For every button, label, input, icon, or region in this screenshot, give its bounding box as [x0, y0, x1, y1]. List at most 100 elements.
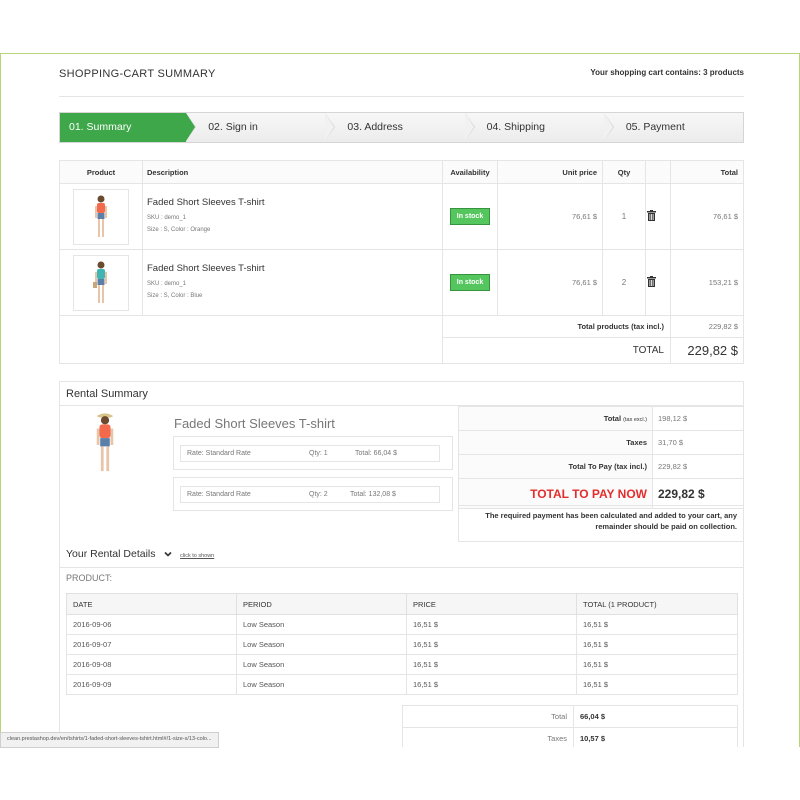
product-name[interactable]: Faded Short Sleeves T-shirt — [147, 197, 441, 208]
tax-excl-note: (tax excl.) — [623, 417, 647, 423]
table-row: 2016-09-07 Low Season 16,51 $ 16,51 $ — [66, 634, 738, 655]
quantity[interactable]: 1 — [602, 183, 646, 250]
paynow-value: 229,82 $ — [652, 478, 744, 509]
rental-summary-title: Rental Summary — [66, 388, 148, 400]
total-products-value: 229,82 $ — [670, 315, 744, 338]
step-shipping[interactable]: 04. Shipping — [465, 113, 614, 142]
paynow-label: TOTAL TO PAY NOW — [458, 478, 653, 509]
trash-icon[interactable] — [647, 276, 656, 287]
rate-name: Rate: Standard Rate — [187, 450, 251, 457]
line-total: 153,21 $ — [670, 249, 744, 316]
detail-price: 16,51 $ — [406, 654, 577, 675]
click-to-show-link[interactable]: click to shown — [180, 553, 214, 559]
product-attributes[interactable]: Size : S, Color : Orange — [147, 224, 441, 236]
detail-date: 2016-09-09 — [66, 674, 237, 695]
step-summary[interactable]: 01. Summary — [60, 113, 197, 142]
col-product: Product — [59, 160, 143, 184]
table-row: Faded Short Sleeves T-shirt SKU : demo_1… — [59, 183, 744, 250]
rate-qty: Qty: 2 — [309, 491, 328, 498]
rate-box: Rate: Standard Rate Qty: 1 Total: 66,04 … — [173, 436, 453, 470]
instock-badge: In stock — [449, 274, 491, 291]
col-delete — [645, 160, 671, 184]
rental-totals-table: Total (tax excl.) 198,12 $ Taxes 31,70 $… — [458, 406, 744, 509]
col-price: PRICE — [406, 593, 577, 615]
col-total: Total — [670, 160, 744, 184]
quantity[interactable]: 2 — [602, 249, 646, 316]
unit-price: 76,61 $ — [497, 249, 603, 316]
col-qty: Qty — [602, 160, 646, 184]
product-attributes[interactable]: Size : S, Color : Blue — [147, 290, 441, 302]
detail-period: Low Season — [236, 634, 407, 655]
payment-note: The required payment has been calculated… — [458, 505, 744, 542]
rate-box: Rate: Standard Rate Qty: 2 Total: 132,08… — [173, 477, 453, 511]
step-label: 02. Sign in — [208, 121, 258, 133]
detail-date: 2016-09-07 — [66, 634, 237, 655]
step-payment[interactable]: 05. Payment — [604, 113, 743, 142]
product-thumbnail[interactable] — [73, 188, 129, 245]
table-row: 2016-09-08 Low Season 16,51 $ 16,51 $ — [66, 654, 738, 675]
product-image-cell — [59, 249, 143, 316]
empty-cell — [59, 315, 443, 364]
divider — [60, 567, 743, 568]
line-total: 76,61 $ — [670, 183, 744, 250]
rental-product-image — [96, 413, 114, 472]
product-thumbnail[interactable] — [73, 254, 129, 311]
product-name[interactable]: Faded Short Sleeves T-shirt — [147, 263, 441, 274]
page-frame: SHOPPING-CART SUMMARY Your shopping cart… — [0, 53, 800, 747]
detail-price: 16,51 $ — [406, 674, 577, 695]
rate-line: Rate: Standard Rate Qty: 2 Total: 132,08… — [180, 486, 440, 503]
product-description: Faded Short Sleeves T-shirt SKU : demo_1… — [142, 249, 443, 316]
instock-badge: In stock — [449, 208, 491, 225]
model-figure-image — [93, 261, 107, 303]
cart-count: Your shopping cart contains: 3 products — [590, 68, 744, 77]
rental-summary-panel: Rental Summary Faded Short Sleeves T-shi… — [59, 381, 744, 747]
table-row: 2016-09-06 Low Season 16,51 $ 16,51 $ — [66, 614, 738, 635]
product-image-cell — [59, 183, 143, 250]
trash-icon[interactable] — [647, 210, 656, 221]
bottom-total-label: Total — [402, 705, 574, 728]
product-label: PRODUCT: — [66, 573, 113, 583]
rate-line: Rate: Standard Rate Qty: 1 Total: 66,04 … — [180, 445, 440, 462]
col-unit-price: Unit price — [497, 160, 603, 184]
browser-status-bar: clean.prestashop.dev/en/tshirts/1-faded-… — [0, 732, 219, 748]
page-title: SHOPPING-CART SUMMARY — [59, 68, 216, 80]
grand-total-label: TOTAL — [442, 337, 671, 364]
step-label: 01. Summary — [69, 121, 132, 133]
product-sku: SKU : demo_1 — [147, 215, 187, 221]
product-description: Faded Short Sleeves T-shirt SKU : demo_1… — [142, 183, 443, 250]
col-description: Description — [142, 160, 443, 184]
detail-total: 16,51 $ — [576, 614, 738, 635]
model-figure-image — [95, 195, 107, 237]
step-label: 05. Payment — [625, 121, 685, 133]
delete-cell — [645, 249, 671, 316]
rental-details-title: Your Rental Details — [66, 548, 156, 560]
step-sign-in[interactable]: 02. Sign in — [186, 113, 336, 142]
availability-cell: In stock — [442, 249, 498, 316]
total-products-row: Total products (tax incl.) 229,82 $ — [59, 315, 744, 364]
cart-table: Product Description Availability Unit pr… — [59, 160, 744, 364]
rental-total-label: Total (tax excl.) — [458, 406, 653, 431]
detail-price: 16,51 $ — [406, 614, 577, 635]
rental-product-name: Faded Short Sleeves T-shirt — [174, 416, 335, 431]
detail-period: Low Season — [236, 654, 407, 675]
rate-qty: Qty: 1 — [309, 450, 328, 457]
rate-name: Rate: Standard Rate — [187, 491, 251, 498]
chevron-down-icon[interactable] — [164, 550, 172, 558]
bottom-total-value: 66,04 $ — [573, 705, 738, 728]
step-address[interactable]: 03. Address — [325, 113, 475, 142]
bottom-taxes-label: Taxes — [402, 727, 574, 747]
total-products-label: Total products (tax incl.) — [442, 315, 671, 338]
detail-total: 16,51 $ — [576, 654, 738, 675]
rental-topay-label: Total To Pay (tax incl.) — [458, 454, 653, 479]
detail-date: 2016-09-08 — [66, 654, 237, 675]
col-availability: Availability — [442, 160, 498, 184]
rental-bottom-totals: Total 66,04 $ Taxes 10,57 $ — [402, 705, 738, 747]
rental-taxes-label: Taxes — [458, 430, 653, 455]
rental-topay-value: 229,82 $ — [652, 454, 744, 479]
rental-taxes-value: 31,70 $ — [652, 430, 744, 455]
detail-period: Low Season — [236, 614, 407, 635]
col-total-product: TOTAL (1 PRODUCT) — [576, 593, 738, 615]
rental-total-value: 198,12 $ — [652, 406, 744, 431]
detail-period: Low Season — [236, 674, 407, 695]
detail-date: 2016-09-06 — [66, 614, 237, 635]
